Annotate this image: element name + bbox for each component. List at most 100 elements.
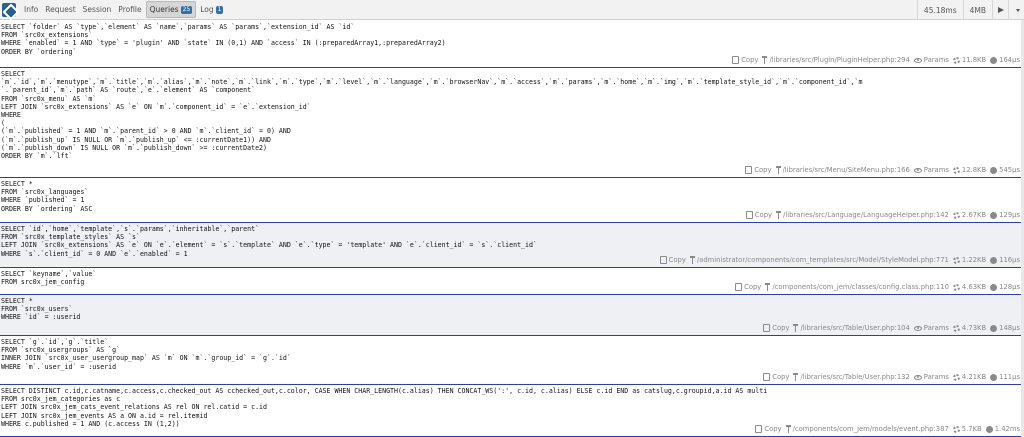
query-file-link[interactable]: /libraries/src/Plugin/PluginHelper.php:2…: [762, 56, 910, 64]
copy-button[interactable]: Copy: [735, 283, 761, 291]
query-file-link[interactable]: /components/com_jem/classes/config.class…: [765, 283, 949, 291]
log-count-badge: 1: [215, 6, 224, 14]
query-time-text: 148μs: [999, 324, 1020, 332]
open-handler-button[interactable]: [992, 0, 1008, 20]
query-time-text: 164μs: [999, 56, 1020, 64]
params-toggle[interactable]: Params: [913, 324, 949, 332]
gear-icon: [952, 324, 960, 332]
tab-log-label: Log: [200, 5, 214, 14]
gear-icon: [952, 373, 960, 381]
copy-button[interactable]: Copy: [763, 324, 789, 332]
copy-button[interactable]: Copy: [745, 166, 772, 174]
tab-log[interactable]: Log 1: [197, 2, 226, 17]
query-memory-text: 4.73KB: [961, 324, 987, 332]
copy-icon: [763, 373, 771, 381]
query-sql: SELECT `id`,`home`,`template`,`s`.`param…: [0, 223, 1024, 258]
params-toggle-text: Params: [923, 56, 949, 64]
copy-button-text: Copy: [772, 324, 790, 332]
clock-icon: [990, 211, 998, 219]
copy-button[interactable]: Copy: [732, 56, 758, 64]
query-file-link-text: /libraries/src/Menu/SiteMenu.php:166: [782, 166, 910, 174]
query-file-link[interactable]: /administrator/components/com_templates/…: [689, 256, 949, 264]
sql-line: WHERE: [1, 111, 21, 120]
tab-profile[interactable]: Profile: [115, 2, 144, 17]
query-time: 111μs: [990, 373, 1020, 381]
query-meta: Copy/components/com_jem/models/event.php…: [751, 425, 1020, 433]
query-memory-text: 4.63KB: [961, 283, 987, 291]
clock-icon: [990, 56, 998, 64]
query-time: 1.42ms: [985, 425, 1020, 433]
params-toggle-text: Params: [923, 324, 949, 332]
query-meta: Copy/components/com_jem/classes/config.c…: [731, 283, 1020, 291]
sql-line: SELECT `keyname`,`value`: [1, 270, 97, 278]
pin-icon: [765, 283, 771, 291]
query-file-link[interactable]: /components/com_jem/models/event.php:387: [785, 425, 949, 433]
query-meta: Copy/libraries/src/Language/LanguageHelp…: [742, 211, 1020, 219]
copy-button[interactable]: Copy: [745, 211, 772, 219]
copy-icon: [763, 324, 771, 332]
query-file-link[interactable]: /libraries/src/Table/User.php:132: [793, 373, 910, 381]
clock-icon: [985, 425, 993, 433]
query-file-link[interactable]: /libraries/src/Table/User.php:104: [793, 324, 910, 332]
query-memory: 4.63KB: [952, 283, 987, 291]
copy-button[interactable]: Copy: [659, 256, 686, 264]
tab-request[interactable]: Request: [42, 2, 78, 17]
sql-line: (`m`.`published` = 1 AND `m`.`parent_id`…: [1, 127, 291, 136]
sql-line: FROM `src0x_extensions`: [1, 31, 93, 40]
query-sql: SELECT * FROM `src0x_users` WHERE `id` = :…: [0, 295, 1024, 322]
copy-button-text: Copy: [668, 256, 686, 264]
eye-icon: [913, 167, 922, 173]
pin-icon: [776, 211, 782, 219]
play-icon: [997, 7, 1004, 13]
query-file-link-text: /components/com_jem/models/event.php:387: [792, 425, 949, 433]
query-memory: 2.67KB: [952, 211, 986, 219]
copy-icon: [735, 283, 743, 291]
copy-button-text: Copy: [772, 373, 790, 381]
copy-button-text: Copy: [744, 283, 762, 291]
tab-info[interactable]: Info: [21, 2, 41, 17]
sql-line: LEFT JOIN `src0x_extensions` AS `e` ON `…: [1, 102, 311, 111]
query-item: SELECT DISTINCT c.id,c.catname,c.access,…: [0, 385, 1024, 437]
query-file-link-text: /libraries/src/Table/User.php:104: [800, 324, 910, 332]
query-file-link[interactable]: /libraries/src/Language/LanguageHelper.p…: [776, 211, 949, 219]
sql-line: WHERE `m`.`user_id` = :userid: [1, 362, 117, 371]
copy-icon: [659, 256, 667, 264]
tab-queries[interactable]: Queries 25: [145, 1, 197, 18]
query-time-text: 116μs: [999, 256, 1020, 264]
sql-line: FROM src0x_jem_categories as c: [1, 395, 121, 404]
query-memory-text: 11.8KB: [961, 56, 987, 64]
params-toggle[interactable]: Params: [913, 166, 949, 174]
toolbar-stats: 45.18ms 4MB: [916, 0, 1024, 20]
sql-line: FROM `src0x_languages`: [1, 188, 89, 197]
params-toggle[interactable]: Params: [913, 373, 949, 381]
query-time-text: 545μs: [999, 166, 1020, 174]
query-time-text: 111μs: [999, 373, 1020, 381]
minimize-button[interactable]: [1008, 0, 1024, 20]
query-memory-text: 1.22KB: [961, 256, 987, 264]
tab-session[interactable]: Session: [80, 2, 115, 17]
params-toggle[interactable]: Params: [913, 56, 949, 64]
copy-icon: [745, 166, 753, 174]
query-sql: SELECT `g`.`id`,`g`.`title` FROM `src0x_u…: [0, 336, 1024, 371]
copy-icon: [755, 425, 763, 433]
sql-line: ORDER BY `m`.`lft`: [1, 152, 73, 161]
sql-line: SELECT `g`.`id`,`g`.`title`: [1, 338, 109, 346]
query-time: 148μs: [990, 324, 1020, 332]
copy-button[interactable]: Copy: [763, 373, 789, 381]
gear-icon: [952, 56, 960, 64]
chevron-down-icon: [1016, 8, 1020, 12]
eye-icon: [913, 374, 922, 380]
sql-line: SELECT *: [1, 297, 33, 305]
pin-icon: [793, 324, 799, 332]
query-sql: SELECT `m`.`id`,`m`.`menutype`,`m`.`title…: [0, 68, 1024, 160]
query-file-link[interactable]: /libraries/src/Menu/SiteMenu.php:166: [775, 166, 910, 174]
gear-icon: [952, 256, 960, 264]
gear-icon: [952, 166, 960, 174]
copy-button[interactable]: Copy: [755, 425, 782, 433]
sql-line: FROM `src0x_users`: [1, 305, 73, 314]
sql-line: (`m`.`publish_down` IS NULL OR `m`.`publ…: [1, 143, 267, 152]
joomla-logo-icon[interactable]: [2, 2, 16, 17]
sql-line: FROM `src0x_menu` AS `m`: [1, 94, 97, 103]
memory-usage: 4MB: [962, 0, 992, 20]
sql-line: SELECT DISTINCT c.id,c.catname,c.access,…: [1, 387, 768, 395]
